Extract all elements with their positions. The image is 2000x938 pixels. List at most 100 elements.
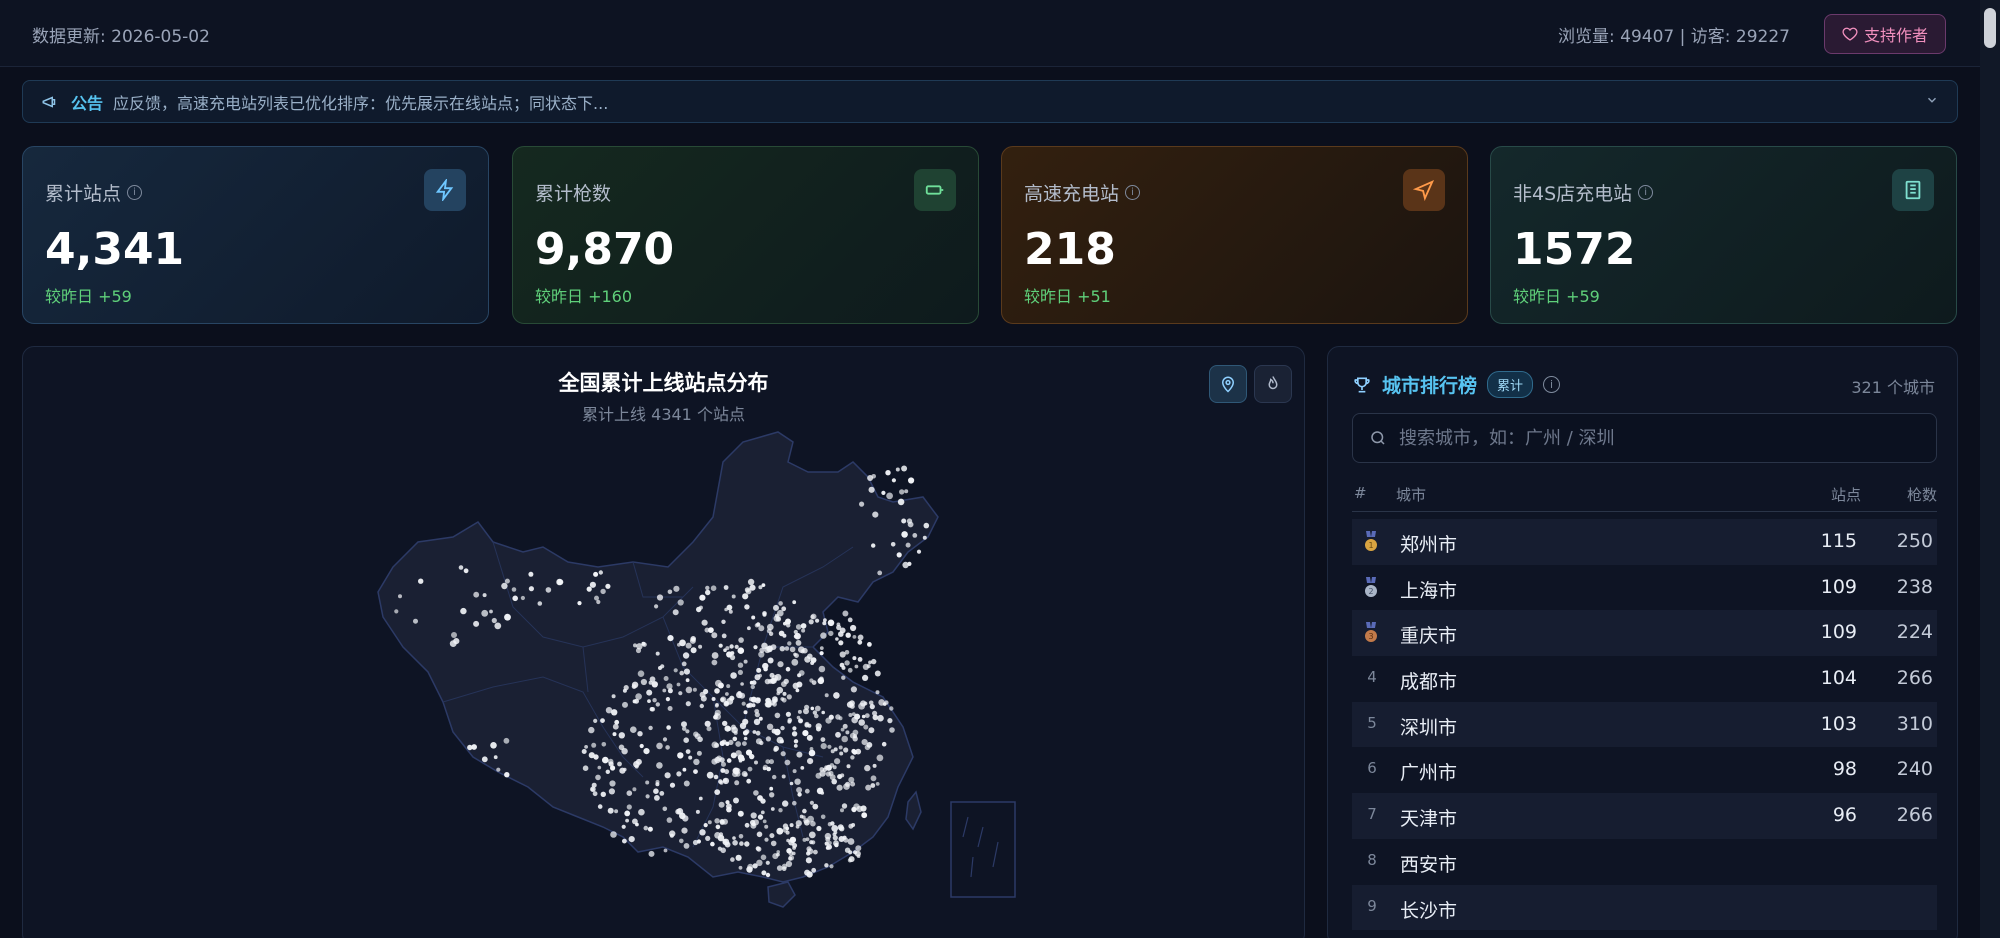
station-dot — [714, 703, 719, 708]
station-dot — [699, 594, 706, 601]
station-dot — [592, 791, 598, 797]
station-dot — [805, 837, 810, 842]
station-dot — [868, 486, 875, 493]
station-dot — [864, 744, 871, 751]
stat-delta: 较昨日 +59 — [1513, 287, 1600, 306]
header-stations[interactable]: 站点 — [1831, 484, 1861, 505]
station-dot — [815, 618, 820, 623]
station-dot — [847, 838, 855, 845]
station-dot — [740, 682, 744, 686]
station-dot — [760, 810, 765, 815]
info-icon[interactable]: i — [1543, 376, 1561, 393]
announcement-bar[interactable]: 公告 应反馈，高速充电站列表已优化排序：优先展示在线站点；同状态下... — [22, 80, 1958, 123]
station-dot — [842, 835, 847, 840]
table-row[interactable]: 7 天津市 96 266 — [1352, 793, 1937, 839]
chevron-down-icon[interactable] — [1925, 92, 1939, 111]
station-dot — [714, 742, 720, 748]
city-count: 321 个城市 — [1851, 378, 1935, 397]
station-dot — [708, 627, 714, 633]
china-map[interactable] — [23, 347, 1305, 938]
station-dot — [793, 739, 799, 744]
station-dot — [725, 692, 729, 696]
table-row[interactable]: 1 郑州市 115 250 — [1352, 519, 1937, 565]
station-dot — [848, 713, 853, 717]
info-icon[interactable]: i — [127, 185, 143, 200]
station-dot — [611, 709, 618, 716]
station-dot — [738, 865, 743, 870]
station-dot — [793, 629, 798, 635]
city-search-box[interactable] — [1352, 413, 1937, 463]
page-scrollbar[interactable] — [1980, 0, 2000, 938]
row-stations: 103 — [1820, 712, 1857, 735]
city-search-input[interactable] — [1399, 427, 1920, 449]
station-dot — [735, 854, 742, 861]
table-row[interactable]: 6 广州市 98 240 — [1352, 747, 1937, 793]
heatmap-mode-button[interactable] — [1254, 365, 1292, 403]
station-dot — [724, 607, 728, 612]
row-city: 深圳市 — [1400, 716, 1458, 739]
info-icon[interactable]: i — [1638, 185, 1654, 200]
station-dot — [711, 652, 719, 659]
station-dot — [912, 533, 918, 538]
station-dot — [776, 827, 784, 835]
station-dot — [890, 542, 896, 547]
header-guns[interactable]: 枪数 — [1907, 484, 1937, 505]
table-row[interactable]: 2 上海市 109 238 — [1352, 565, 1937, 611]
ranking-mode-pill[interactable]: 累计 — [1487, 371, 1534, 398]
table-row[interactable]: 5 深圳市 103 310 — [1352, 701, 1937, 748]
station-dot — [726, 651, 733, 658]
station-dot — [746, 778, 752, 784]
support-author-button[interactable]: 支持作者 — [1824, 14, 1946, 54]
station-dot — [833, 840, 839, 847]
location-mode-button[interactable] — [1209, 365, 1247, 403]
station-dot — [722, 777, 730, 785]
row-guns: 266 — [1896, 804, 1933, 827]
table-row[interactable]: 4 成都市 104 266 — [1352, 656, 1937, 702]
station-dot — [673, 585, 680, 592]
info-icon[interactable]: i — [1125, 185, 1141, 200]
station-dot — [676, 682, 681, 687]
station-dot — [593, 571, 599, 577]
station-dot — [824, 832, 832, 840]
station-dot — [792, 600, 797, 605]
stat-value: 9,870 — [535, 224, 675, 275]
station-dot — [622, 701, 628, 708]
station-dot — [635, 758, 642, 765]
station-dot — [810, 706, 815, 711]
station-dot — [729, 644, 734, 649]
flame-icon — [1268, 376, 1278, 390]
station-dot — [899, 489, 905, 495]
station-dot — [800, 623, 807, 629]
station-dot — [659, 791, 665, 796]
station-dot — [595, 774, 601, 781]
table-row[interactable]: 3 重庆市 109 224 — [1352, 610, 1937, 657]
station-dot — [690, 647, 697, 654]
station-dot — [851, 716, 858, 724]
station-dot — [776, 852, 780, 857]
table-row[interactable]: 9 长沙市 — [1352, 884, 1937, 931]
ranking-table-header: # 城市 站点 枪数 — [1352, 480, 1937, 512]
station-dot — [494, 622, 502, 630]
station-dot — [850, 624, 857, 632]
station-dot — [738, 637, 744, 643]
scroll-thumb[interactable] — [1984, 8, 1996, 48]
station-dot — [779, 739, 784, 744]
table-row[interactable]: 8 西安市 — [1352, 839, 1937, 885]
station-dot — [669, 830, 676, 837]
station-dot — [785, 618, 791, 625]
station-dot — [907, 561, 912, 566]
station-dot — [754, 623, 759, 628]
station-dot — [626, 804, 632, 810]
visit-stats: 浏览量: 49407 | 访客: 29227 — [1558, 27, 1790, 47]
station-dot — [803, 708, 809, 715]
station-dot — [849, 700, 855, 707]
station-dot — [808, 619, 814, 625]
station-dot — [923, 522, 930, 529]
station-dot — [581, 749, 587, 754]
station-dot — [648, 850, 655, 857]
station-dot — [781, 681, 787, 687]
station-dot — [633, 643, 637, 648]
station-dot — [501, 582, 508, 590]
station-dot — [597, 804, 603, 809]
row-city: 郑州市 — [1400, 534, 1458, 556]
